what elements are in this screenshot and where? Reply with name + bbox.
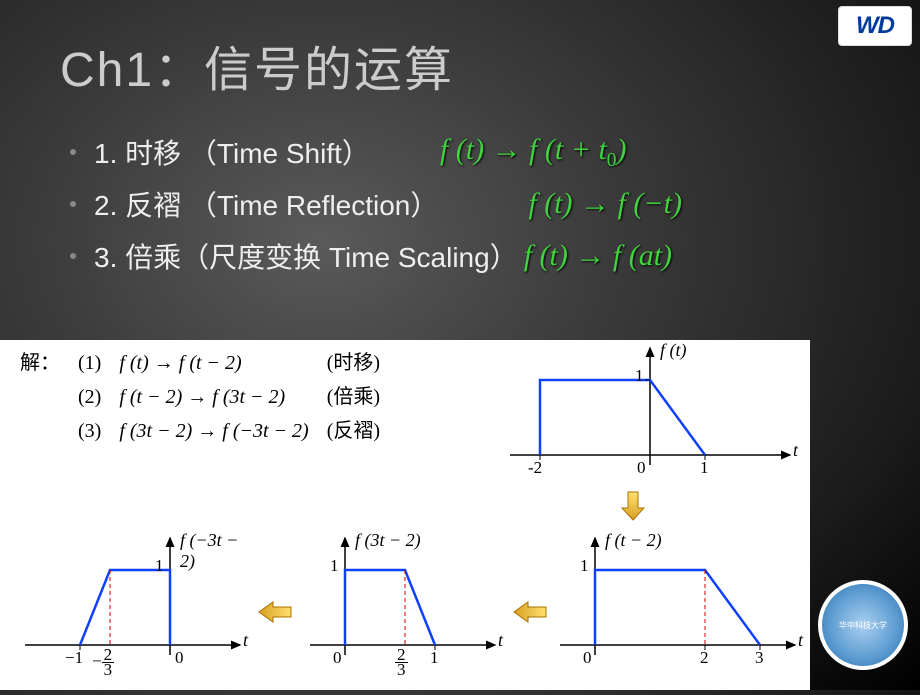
x-tick: 3 <box>755 648 764 668</box>
y-tick: 1 <box>155 556 164 576</box>
step-expr: f (t − 2) → f (3t − 2) <box>111 381 316 413</box>
y-tick: 1 <box>580 556 589 576</box>
step-kind: (反褶) <box>319 415 388 447</box>
step-kind: (倍乘) <box>319 381 388 413</box>
arrow-left-icon <box>510 600 548 624</box>
chart-label: f (t − 2) <box>605 530 662 551</box>
plot-icon <box>500 340 800 485</box>
slide-title: Ch1：信号的运算 <box>0 0 920 120</box>
x-tick: 23 <box>395 648 408 677</box>
step-num: (3) <box>70 415 109 447</box>
bullet-text: 3. 倍乘（尺度变换 Time Scaling） <box>94 236 518 276</box>
step-expr: f (3t − 2) → f (−3t − 2) <box>111 415 316 447</box>
step-num: (1) <box>70 347 109 379</box>
x-axis-label: t <box>798 630 803 651</box>
bullet-dot <box>70 149 76 155</box>
x-tick: −1 <box>65 648 83 668</box>
bullet-list: 1. 时移 （Time Shift） f (t) → f (t + t0) 2.… <box>0 132 920 276</box>
x-tick: 1 <box>700 458 709 478</box>
step-kind: (时移) <box>319 347 388 379</box>
x-tick: 1 <box>430 648 439 668</box>
x-tick: 2 <box>700 648 709 668</box>
chart-f-3t-minus-2: f (3t − 2) t 1 0 23 1 <box>305 530 505 690</box>
chart-f-t: f (t) t 1 -2 0 1 <box>500 340 800 485</box>
arrow-down-icon <box>620 490 646 522</box>
step-num: (2) <box>70 381 109 413</box>
x-axis-label: t <box>498 630 503 651</box>
chart-label: f (3t − 2) <box>355 530 421 551</box>
x-tick: 0 <box>637 458 646 478</box>
chart-label: f (t) <box>660 340 687 361</box>
plot-icon <box>555 530 805 685</box>
university-seal-icon: 华中科技大学 <box>818 580 908 670</box>
x-axis-label: t <box>793 440 798 461</box>
x-tick: −23 <box>92 648 114 677</box>
solution-label: 解： <box>12 347 68 379</box>
formula-time-shift: f (t) → f (t + t0) <box>440 133 627 172</box>
logo-top: WD <box>838 6 912 46</box>
x-tick: 0 <box>583 648 592 668</box>
bullet-item: 3. 倍乘（尺度变换 Time Scaling） f (t) → f (at) <box>70 236 920 276</box>
bullet-dot <box>70 201 76 207</box>
x-tick: 0 <box>175 648 184 668</box>
bullet-text: 2. 反褶 （Time Reflection） <box>94 184 438 224</box>
bullet-item: 2. 反褶 （Time Reflection） f (t) → f (−t) <box>70 184 920 224</box>
formula-time-scaling: f (t) → f (at) <box>524 239 672 273</box>
chart-f-t-minus-2: f (t − 2) t 1 0 2 3 <box>555 530 805 685</box>
formula-time-reflection: f (t) → f (−t) <box>528 187 682 221</box>
solution-steps: 解： (1) f (t) → f (t − 2) (时移) (2) f (t −… <box>10 345 390 449</box>
chart-f-neg3t-minus-2: f (−3t − 2) t 1 −1 −23 0 <box>20 530 250 690</box>
step-expr: f (t) → f (t − 2) <box>111 347 316 379</box>
worked-example-panel: 解： (1) f (t) → f (t − 2) (时移) (2) f (t −… <box>0 340 810 690</box>
y-tick: 1 <box>330 556 339 576</box>
bullet-item: 1. 时移 （Time Shift） f (t) → f (t + t0) <box>70 132 920 172</box>
x-axis-label: t <box>243 630 248 651</box>
chart-label: f (−3t − 2) <box>180 530 250 572</box>
bullet-dot <box>70 253 76 259</box>
x-tick: 0 <box>333 648 342 668</box>
seal-text: 华中科技大学 <box>839 620 887 631</box>
x-tick: -2 <box>528 458 542 478</box>
bullet-text: 1. 时移 （Time Shift） <box>94 132 370 172</box>
arrow-left-icon <box>255 600 293 624</box>
y-tick: 1 <box>635 366 644 386</box>
